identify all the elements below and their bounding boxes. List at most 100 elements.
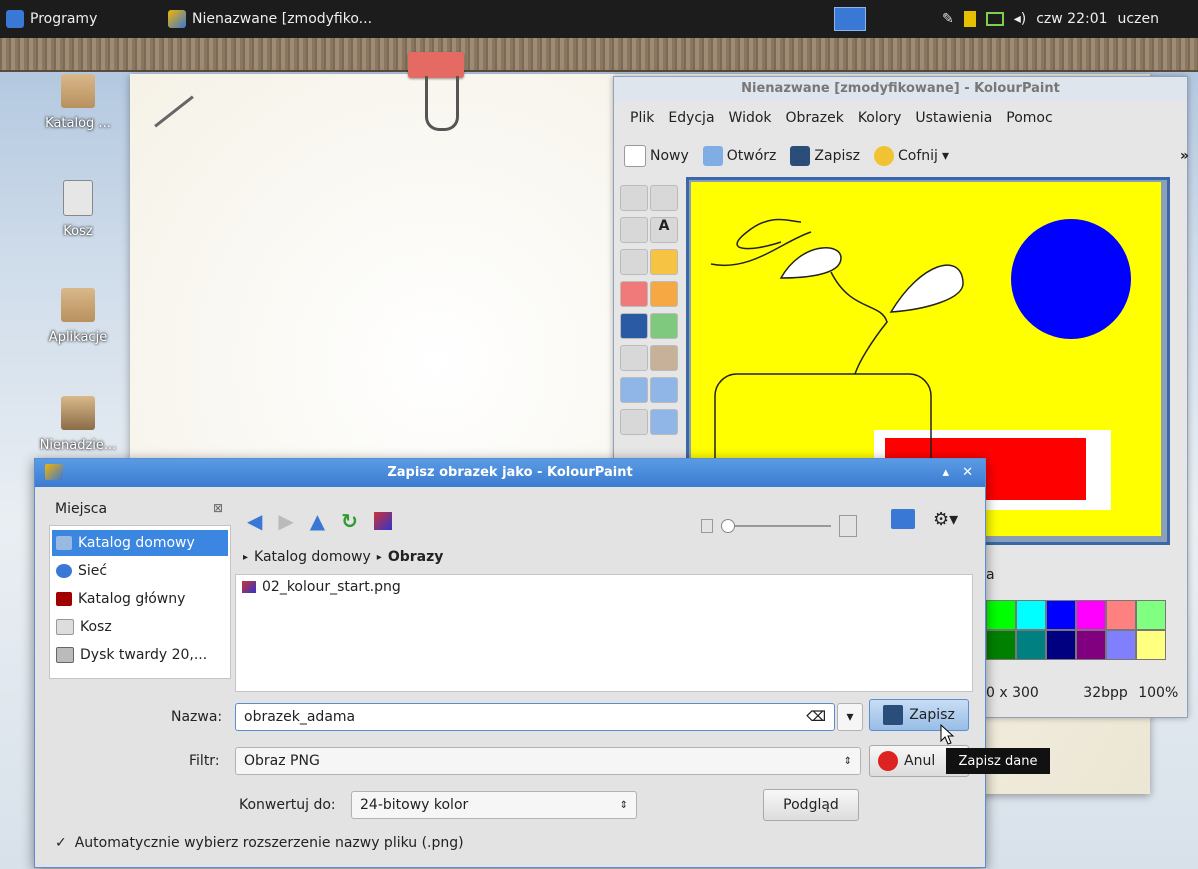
palette-swatch[interactable] [1136, 600, 1166, 630]
places-panel: Katalog domowy Sieć Katalog główny Kosz … [49, 525, 231, 679]
save-toolbar-button[interactable]: Zapisz [790, 146, 860, 166]
place-home[interactable]: Katalog domowy [52, 530, 228, 556]
clear-text-icon[interactable]: ⌫ [806, 709, 826, 725]
rounded-rect-tool[interactable] [620, 377, 648, 403]
rect-tool[interactable] [650, 377, 678, 403]
slider-handle[interactable] [721, 519, 735, 533]
breadcrumb-home[interactable]: Katalog domowy [254, 549, 371, 565]
place-root[interactable]: Katalog główny [52, 586, 228, 612]
desktop-icon-trash[interactable]: Kosz [28, 180, 128, 239]
options-wrench-icon[interactable]: ⚙▾ [933, 509, 958, 530]
battery-icon[interactable] [985, 12, 1004, 26]
palette-swatch[interactable] [1106, 630, 1136, 660]
palette-swatch[interactable] [1046, 630, 1076, 660]
clipboard-icon[interactable] [963, 11, 976, 27]
status-size: 0 x 300 [986, 685, 1039, 701]
palette-swatch[interactable] [1136, 630, 1166, 660]
name-history-dropdown[interactable]: ▾ [837, 703, 863, 731]
menu-ustawienia[interactable]: Ustawienia [915, 110, 992, 126]
kolourpaint-menubar: Plik Edycja Widok Obrazek Kolory Ustawie… [614, 101, 1198, 135]
fill-tool[interactable] [620, 313, 648, 339]
new-folder-icon[interactable] [891, 509, 915, 529]
palette-swatch[interactable] [1016, 600, 1046, 630]
free-select-tool[interactable] [620, 185, 648, 211]
line-tool[interactable] [620, 249, 648, 275]
preview-button-label: Podgląd [783, 797, 839, 813]
palette-swatch[interactable] [1076, 630, 1106, 660]
status-bar: 0 x 300 32bpp 100% [986, 685, 1186, 701]
kolourpaint-title: Nienazwane [zmodyfikowane] - KolourPaint [741, 81, 1060, 96]
palette-swatch[interactable] [1106, 600, 1136, 630]
programs-menu-button[interactable]: Programy [6, 0, 97, 38]
pencil-tool[interactable] [650, 249, 678, 275]
up-icon[interactable]: ▲ [310, 509, 325, 533]
desktop-icon-home[interactable]: Katalog ... [28, 74, 128, 131]
file-list[interactable]: 02_kolour_start.png [235, 574, 973, 692]
zoom-slider[interactable] [701, 515, 857, 537]
palette-swatch[interactable] [1046, 600, 1076, 630]
ellipse-select-tool[interactable] [620, 217, 648, 243]
slider-track[interactable] [721, 519, 831, 533]
places-title: Miejsca [55, 501, 108, 517]
eraser-tool[interactable] [620, 281, 648, 307]
palette-swatch[interactable] [986, 630, 1016, 660]
taskbar-window-button[interactable]: Nienazwane [zmodyfiko... [168, 0, 372, 38]
volume-icon[interactable]: ◂) [1014, 11, 1027, 27]
workspace-switcher[interactable] [834, 0, 866, 38]
network-icon[interactable]: ✎ [942, 11, 954, 27]
text-tool[interactable]: A [650, 217, 678, 243]
dialog-titlebar[interactable]: Zapisz obrazek jako - KolourPaint ▴ ✕ [35, 459, 985, 487]
desktop-icon-shortcut[interactable]: Nienadzie... [28, 396, 128, 453]
brush-tool[interactable] [650, 281, 678, 307]
desktop-icon-applications[interactable]: Aplikacje [28, 288, 128, 345]
auto-extension-checkbox[interactable]: ✓ Automatycznie wybierz rozszerzenie naz… [55, 835, 464, 851]
clock[interactable]: czw 22:01 [1036, 11, 1107, 27]
convert-select[interactable]: 24-bitowy kolor ⇕ [351, 791, 637, 819]
desktop-icon-label: Nienadzie... [39, 438, 117, 453]
open-icon [702, 146, 723, 166]
username[interactable]: uczen [1118, 11, 1159, 27]
place-network[interactable]: Sieć [52, 558, 228, 584]
palette-swatch[interactable] [986, 600, 1016, 630]
menu-pomoc[interactable]: Pomoc [1006, 110, 1052, 126]
new-button[interactable]: Nowy [624, 145, 689, 167]
ellipse-tool[interactable] [650, 409, 678, 435]
toolbar-overflow-icon[interactable]: » [1180, 148, 1189, 164]
reload-icon[interactable]: ↻ [341, 509, 358, 533]
places-close-icon[interactable]: ⊠ [213, 501, 223, 515]
spraycan-tool[interactable] [650, 345, 678, 371]
forward-icon[interactable]: ▶ [278, 509, 293, 533]
place-harddisk[interactable]: Dysk twardy 20,... [52, 642, 228, 668]
undo-dropdown-icon[interactable]: ▾ [942, 148, 949, 164]
save-label: Zapisz [814, 148, 861, 164]
file-item[interactable]: 02_kolour_start.png [242, 579, 401, 595]
rect-select-tool[interactable] [650, 185, 678, 211]
undo-button[interactable]: Cofnij ▾ [874, 146, 949, 166]
taskbar-window-label: Nienazwane [zmodyfiko... [192, 11, 373, 27]
dialog-close-icon[interactable]: ✕ [962, 459, 973, 487]
color-eraser-tool[interactable] [620, 345, 648, 371]
polygon-tool[interactable] [620, 409, 648, 435]
name-label: Nazwa: [171, 709, 223, 725]
back-icon[interactable]: ◀ [247, 509, 262, 533]
preview-toggle-icon[interactable] [373, 512, 392, 530]
palette-swatch[interactable] [1016, 630, 1046, 660]
mouse-pointer-icon [940, 724, 955, 745]
filter-select[interactable]: Obraz PNG ⇕ [235, 747, 861, 775]
kolourpaint-icon [168, 10, 186, 28]
filename-input[interactable]: obrazek_adama ⌫ [235, 703, 835, 731]
menu-edycja[interactable]: Edycja [668, 110, 714, 126]
palette-swatch[interactable] [1076, 600, 1106, 630]
preview-button[interactable]: Podgląd [763, 789, 859, 821]
breadcrumb-current[interactable]: Obrazy [388, 549, 444, 565]
kolourpaint-titlebar[interactable]: Nienazwane [zmodyfikowane] - KolourPaint [614, 77, 1187, 101]
menu-widok[interactable]: Widok [729, 110, 772, 126]
trash-icon [56, 619, 74, 635]
menu-kolory[interactable]: Kolory [858, 110, 902, 126]
color-picker-tool[interactable] [650, 313, 678, 339]
dialog-keep-above-icon[interactable]: ▴ [942, 459, 949, 487]
open-button[interactable]: Otwórz [702, 146, 776, 166]
menu-plik[interactable]: Plik [630, 110, 654, 126]
place-trash[interactable]: Kosz [52, 614, 228, 640]
menu-obrazek[interactable]: Obrazek [786, 110, 844, 126]
